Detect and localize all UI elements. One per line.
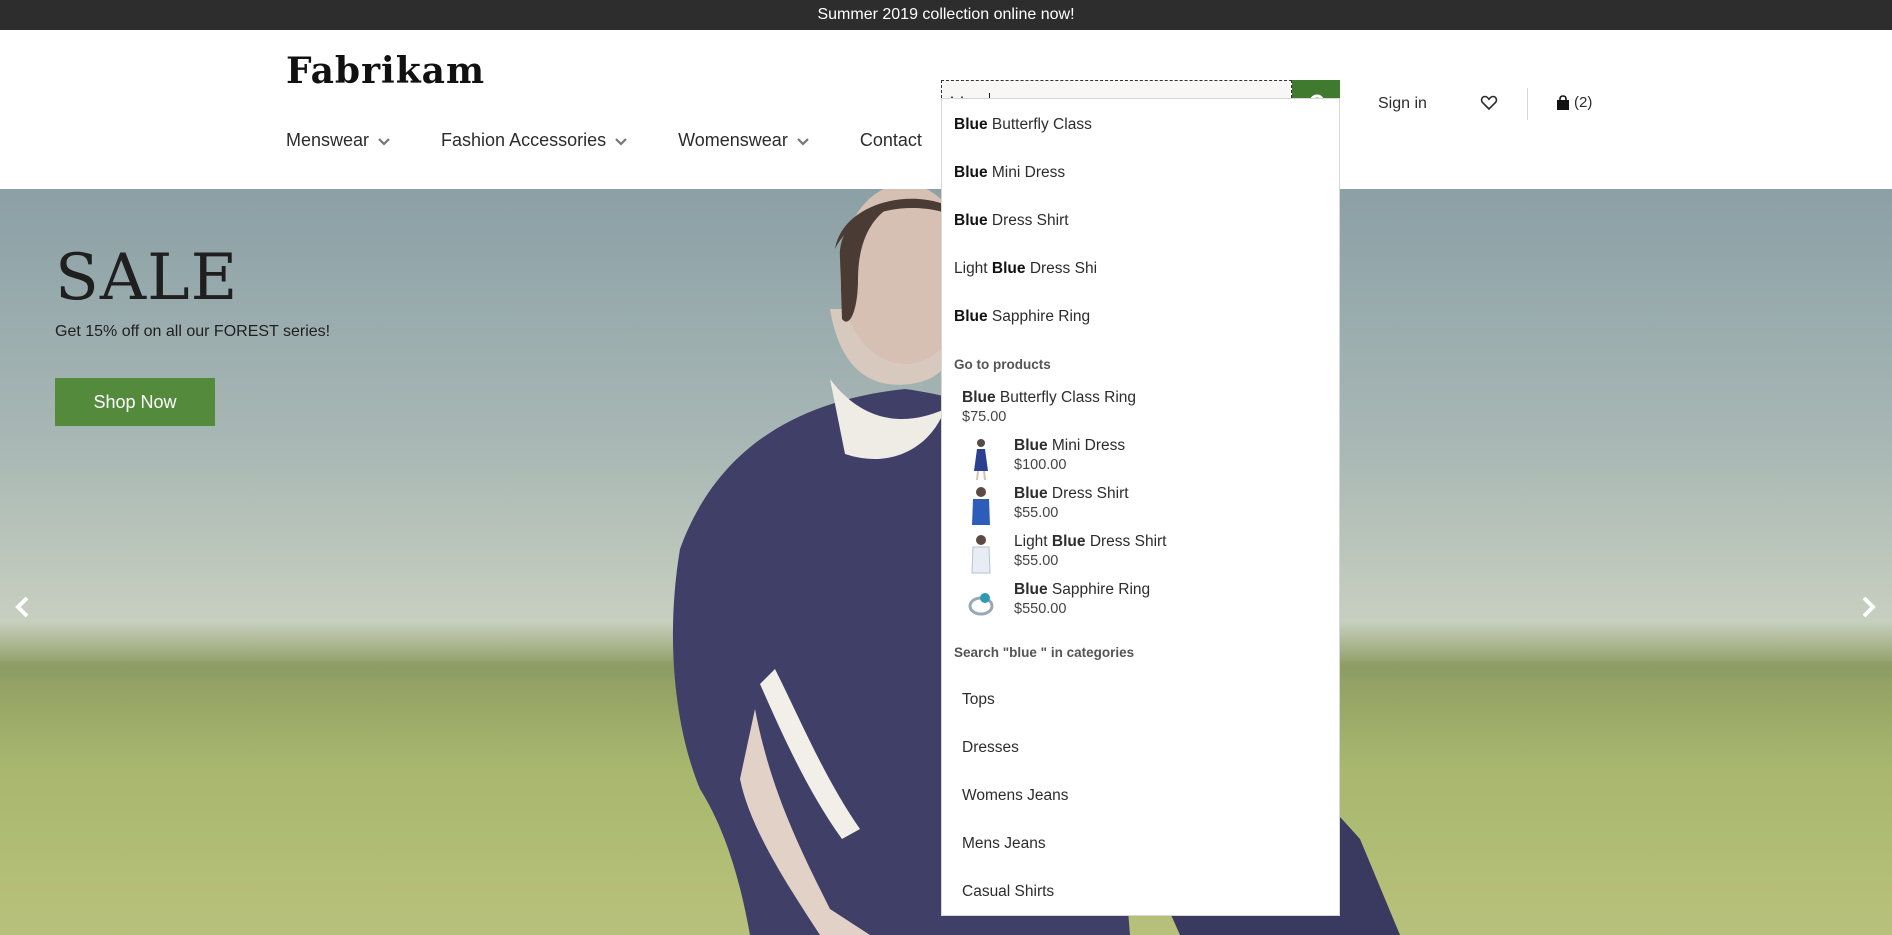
suggestion-item[interactable]: Blue Butterfly Class — [954, 101, 1092, 149]
sign-in-link[interactable]: Sign in — [1378, 95, 1427, 113]
product-thumbnail[interactable] — [965, 581, 997, 625]
promo-banner: Summer 2019 collection online now! — [0, 0, 1892, 30]
category-item[interactable]: Mens Jeans — [962, 820, 1046, 868]
product-name-suffix: Mini Dress — [1047, 437, 1126, 454]
product-thumbnail[interactable] — [965, 485, 997, 529]
product-name-match: Blue — [1014, 485, 1048, 502]
category-item[interactable]: Dresses — [962, 724, 1019, 772]
product-result[interactable]: Light Blue Dress Shirt $55.00 — [1014, 533, 1166, 569]
product-name-suffix: Dress Shirt — [1085, 533, 1167, 550]
suggestion-item[interactable]: Blue Sapphire Ring — [954, 293, 1090, 341]
product-name: Blue Mini Dress — [1014, 437, 1125, 455]
wishlist-button[interactable] — [1480, 94, 1498, 117]
category-item[interactable]: Casual Shirts — [962, 868, 1054, 916]
chevron-down-icon — [797, 137, 809, 146]
categories-section-title: Search "blue " in categories — [954, 645, 1135, 660]
product-name-suffix: Butterfly Class Ring — [995, 389, 1137, 406]
product-name: Blue Dress Shirt — [1014, 485, 1129, 503]
product-result[interactable]: Blue Dress Shirt $55.00 — [1014, 485, 1129, 521]
suggestion-suffix: Butterfly Class — [987, 116, 1092, 133]
chevron-down-icon — [378, 137, 390, 146]
product-thumbnail[interactable] — [965, 437, 997, 481]
category-item[interactable]: Tops — [962, 676, 995, 724]
product-result[interactable]: Blue Sapphire Ring $550.00 — [1014, 581, 1150, 617]
suggestion-match: Blue — [954, 212, 988, 229]
heart-icon — [1480, 95, 1498, 111]
suggestion-suffix: Dress Shirt — [987, 212, 1069, 229]
product-price: $55.00 — [1014, 505, 1059, 521]
nav-item-womenswear[interactable]: Womenswear — [678, 130, 810, 151]
nav-label: Womenswear — [678, 130, 788, 150]
light-shirt-thumbnail-icon — [971, 535, 991, 574]
carousel-next-button[interactable] — [1855, 594, 1881, 620]
promo-text: Summer 2019 collection online now! — [817, 6, 1075, 23]
suggestion-match: Blue — [954, 308, 988, 325]
cart-count: (2) — [1574, 94, 1593, 111]
suggestion-suffix: Mini Dress — [987, 164, 1066, 181]
nav-label: Fashion Accessories — [441, 130, 607, 150]
suggestion-suffix: Sapphire Ring — [987, 308, 1091, 325]
nav-item-menswear[interactable]: Menswear — [286, 130, 391, 151]
shopping-bag-icon — [1557, 94, 1569, 110]
product-price: $75.00 — [962, 409, 1007, 425]
product-name-match: Blue — [1014, 437, 1048, 454]
suggestion-match: Blue — [991, 260, 1026, 277]
nav-label: Contact — [859, 130, 922, 150]
header-divider — [1527, 88, 1528, 120]
suggestion-item[interactable]: Blue Dress Shirt — [954, 197, 1069, 245]
product-name-prefix: Light — [1014, 533, 1052, 550]
suggestion-item[interactable]: Blue Mini Dress — [954, 149, 1065, 197]
product-name-suffix: Dress Shirt — [1047, 485, 1129, 502]
chevron-right-icon — [1862, 596, 1876, 618]
search-suggestions-dropdown: Blue Butterfly Class Blue Mini Dress Blu… — [941, 98, 1340, 916]
product-result[interactable]: Blue Butterfly Class Ring $75.00 — [962, 389, 1136, 425]
chevron-down-icon — [615, 137, 627, 146]
product-price: $100.00 — [1014, 457, 1067, 473]
suggestion-prefix: Light — [954, 260, 992, 277]
shirt-thumbnail-icon — [972, 487, 990, 525]
product-name: Light Blue Dress Shirt — [1014, 533, 1166, 551]
product-name-match: Blue — [962, 389, 996, 406]
suggestion-match: Blue — [954, 116, 988, 133]
product-name-match: Blue — [1051, 533, 1086, 550]
cart-button[interactable]: (2) — [1556, 94, 1592, 111]
product-name-suffix: Sapphire Ring — [1047, 581, 1151, 598]
hero-title: SALE — [55, 241, 239, 315]
product-name: Blue Sapphire Ring — [1014, 581, 1150, 599]
suggestion-item[interactable]: Light Blue Dress Shi — [954, 245, 1097, 293]
hero-subtitle: Get 15% off on all our FOREST series! — [55, 323, 331, 340]
nav-label: Menswear — [286, 130, 370, 150]
nav-item-fashion-accessories[interactable]: Fashion Accessories — [441, 130, 628, 151]
product-price: $55.00 — [1014, 553, 1059, 569]
ring-thumbnail-icon — [968, 593, 994, 616]
site-logo[interactable]: Fabrikam — [286, 50, 485, 92]
dress-thumbnail-icon — [974, 439, 988, 481]
suggestion-match: Blue — [954, 164, 988, 181]
product-result[interactable]: Blue Mini Dress $100.00 — [1014, 437, 1125, 473]
product-name-match: Blue — [1014, 581, 1048, 598]
chevron-left-icon — [15, 596, 29, 618]
category-item[interactable]: Womens Jeans — [962, 772, 1069, 820]
product-thumbnail[interactable] — [965, 533, 997, 577]
nav-item-contact[interactable]: Contact — [860, 130, 922, 151]
suggestion-suffix: Dress Shi — [1025, 260, 1098, 277]
products-section-title: Go to products — [954, 357, 1051, 372]
main-nav: Menswear Fashion Accessories Womenswear … — [286, 130, 972, 151]
carousel-prev-button[interactable] — [10, 594, 36, 620]
product-name: Blue Butterfly Class Ring — [962, 389, 1136, 407]
product-price: $550.00 — [1014, 601, 1067, 617]
shop-now-button[interactable]: Shop Now — [55, 378, 215, 426]
